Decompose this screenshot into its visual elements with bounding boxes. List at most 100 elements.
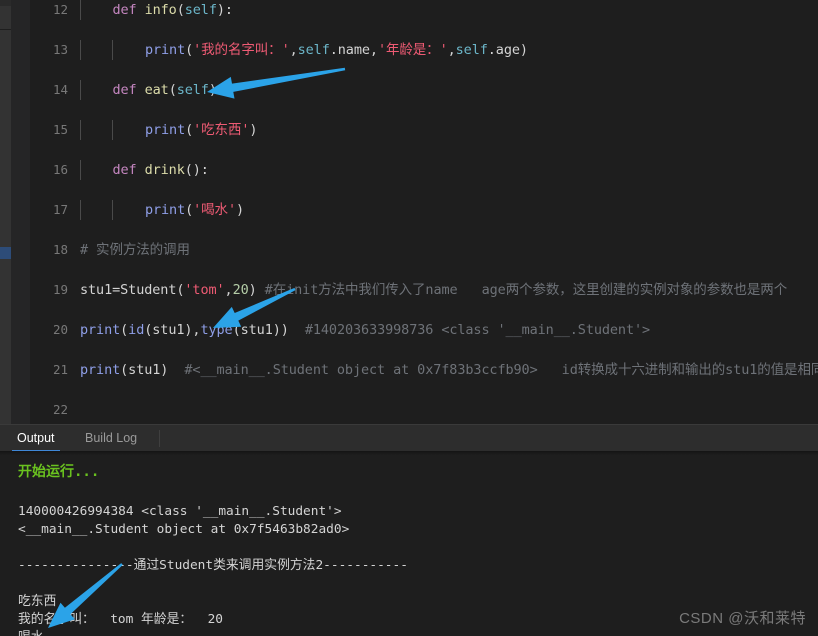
token-id: Student bbox=[120, 282, 177, 298]
code-text: # 实例方法的调用 bbox=[80, 240, 190, 260]
panel-tab-output[interactable]: Output bbox=[8, 425, 64, 452]
token-punc: ( bbox=[185, 122, 194, 138]
token-punc: ( bbox=[176, 2, 185, 18]
code-line[interactable]: 17 print('喝水') bbox=[0, 200, 818, 220]
token-punc: ( bbox=[185, 202, 194, 218]
token-str: '我的名字叫： bbox=[193, 42, 282, 58]
token-punc: ): bbox=[208, 82, 225, 98]
line-number: 21 bbox=[52, 362, 68, 377]
line-number: 18 bbox=[52, 242, 68, 257]
token-com: #<__main__.Student object at 0x7f83b3ccf… bbox=[168, 362, 818, 378]
token-str: '吃东西' bbox=[193, 122, 250, 138]
token-str: '喝水' bbox=[193, 202, 236, 218]
token-str: 'tom' bbox=[184, 282, 225, 298]
token-com: #140203633998736 <class '__main__.Studen… bbox=[288, 322, 651, 338]
output-line: <__main__.Student object at 0x7f5463b82a… bbox=[18, 522, 350, 537]
bottom-panel: Output Build Log 开始运行... 140000426994384 <… bbox=[0, 424, 818, 636]
token-punc: ): bbox=[216, 2, 233, 18]
output-line: 喝水 bbox=[18, 629, 44, 636]
token-fn: info bbox=[144, 2, 177, 18]
token-str: '年龄是： bbox=[377, 42, 440, 58]
code-text: def info(self): bbox=[112, 0, 233, 20]
line-number: 20 bbox=[52, 322, 68, 337]
panel-tab-bar[interactable]: Output Build Log bbox=[0, 424, 818, 452]
output-line: 吃东西 bbox=[18, 594, 57, 609]
code-text: stu1=Student('tom',20) #在init方法中我们传入了nam… bbox=[80, 280, 787, 300]
token-punc: ( bbox=[168, 82, 177, 98]
line-number: 15 bbox=[52, 122, 68, 137]
code-line[interactable]: 16 def drink(): bbox=[0, 160, 818, 180]
indent-guide bbox=[112, 200, 114, 220]
token-punc: ( bbox=[120, 322, 129, 338]
token-punc: )) bbox=[272, 322, 289, 338]
token-self: self bbox=[184, 2, 217, 18]
indent-guide bbox=[80, 120, 81, 140]
indent-guide bbox=[80, 160, 81, 180]
code-line[interactable]: 14 def eat(self): bbox=[0, 80, 818, 100]
indent-guide bbox=[80, 40, 81, 60]
token-punc: , bbox=[289, 42, 298, 58]
token-str: ' bbox=[281, 42, 290, 58]
line-number: 19 bbox=[52, 282, 68, 297]
token-com: # 实例方法的调用 bbox=[80, 242, 190, 258]
line-number: 16 bbox=[52, 162, 68, 177]
token-punc: ( bbox=[185, 42, 194, 58]
token-id: age bbox=[495, 42, 520, 58]
ide-window: 12 def info(self): 13 print('我的名字叫：',self.n… bbox=[0, 0, 818, 636]
tab-separator bbox=[159, 430, 160, 447]
indent-guide bbox=[112, 120, 114, 140]
output-line: 开始运行... bbox=[18, 464, 100, 480]
token-str: ' bbox=[439, 42, 448, 58]
code-line[interactable]: 15 print('吃东西') bbox=[0, 120, 818, 140]
token-punc: ( bbox=[232, 322, 241, 338]
token-kw: def bbox=[112, 162, 137, 178]
indent-guide bbox=[112, 40, 114, 60]
line-number: 13 bbox=[52, 42, 68, 57]
panel-tab-build-log[interactable]: Build Log bbox=[76, 425, 146, 452]
token-punc: ) bbox=[235, 202, 245, 218]
token-punc: ) bbox=[249, 122, 258, 138]
indent-guide bbox=[80, 200, 81, 220]
code-line[interactable]: 19 stu1=Student('tom',20) #在init方法中我们传入了n… bbox=[0, 280, 818, 300]
token-punc: . bbox=[329, 42, 338, 58]
token-num: 20 bbox=[232, 282, 249, 298]
token-punc: ) bbox=[519, 42, 528, 58]
code-line[interactable]: 13 print('我的名字叫：',self.name,'年龄是：',self.a… bbox=[0, 40, 818, 60]
code-text: print(stu1) #<__main__.Student object at… bbox=[80, 360, 818, 380]
token-self: self bbox=[176, 82, 209, 98]
csdn-watermark: CSDN @沃和莱特 bbox=[679, 610, 806, 627]
token-punc: ) bbox=[248, 282, 257, 298]
code-line[interactable]: 20 print(id(stu1),type(stu1)) #1402036339… bbox=[0, 320, 818, 340]
token-id: stu1 bbox=[152, 322, 185, 338]
token-kw: def bbox=[112, 2, 137, 18]
token-self: self bbox=[455, 42, 488, 58]
code-line[interactable]: 22 bbox=[0, 400, 818, 420]
code-line[interactable]: 12 def info(self): bbox=[0, 0, 818, 20]
token-punc: , bbox=[224, 282, 233, 298]
indent-guide bbox=[80, 80, 81, 100]
token-punc: = bbox=[112, 282, 121, 298]
code-line[interactable]: 21 print(stu1) #<__main__.Student object … bbox=[0, 360, 818, 380]
token-com: #在init方法中我们传入了name age两个参数，这里创建的实例对象的参数也… bbox=[256, 282, 788, 298]
token-id: name bbox=[337, 42, 370, 58]
token-id: stu1 bbox=[240, 322, 273, 338]
code-text: print('喝水') bbox=[145, 200, 244, 220]
line-number: 12 bbox=[52, 2, 68, 17]
token-call: id bbox=[128, 322, 145, 338]
token-punc: , bbox=[447, 42, 456, 58]
code-line[interactable]: 18 # 实例方法的调用 bbox=[0, 240, 818, 260]
token-call: print bbox=[144, 122, 186, 138]
line-number: 14 bbox=[52, 82, 68, 97]
code-text: print('我的名字叫：',self.name,'年龄是：',self.age… bbox=[145, 40, 528, 60]
code-lines-container[interactable]: 12 def info(self): 13 print('我的名字叫：',self.n… bbox=[0, 0, 818, 420]
output-line: ---------------通过Student类来调用实例方法2-------… bbox=[18, 558, 408, 573]
panel-top-shadow bbox=[0, 451, 818, 455]
code-text: print(id(stu1),type(stu1)) #140203633998… bbox=[80, 320, 650, 340]
code-editor[interactable]: 12 def info(self): 13 print('我的名字叫：',self.n… bbox=[0, 0, 818, 424]
token-call: type bbox=[200, 322, 233, 338]
output-line: 140000426994384 <class '__main__.Student… bbox=[18, 504, 342, 519]
token-call: print bbox=[80, 362, 121, 378]
